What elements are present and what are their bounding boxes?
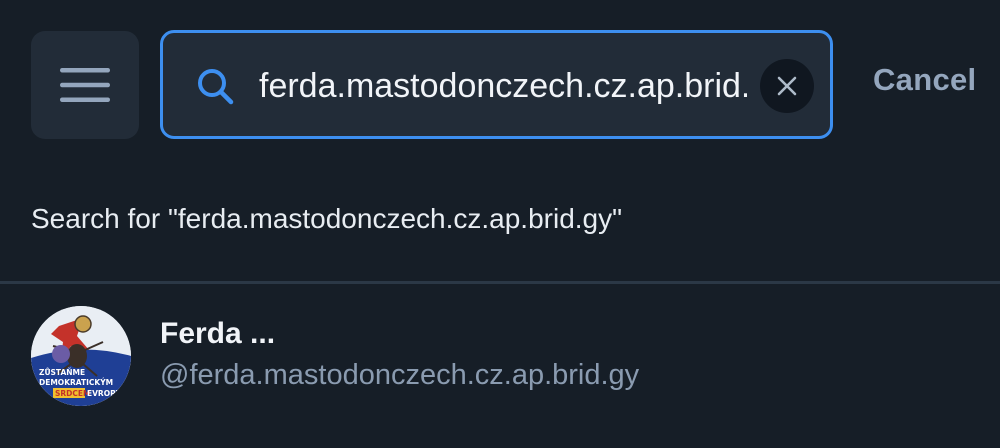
avatar-text-line-1: ZŮSTAŇME [39,368,85,377]
hamburger-menu-icon [60,68,110,102]
close-icon [777,76,797,96]
search-input[interactable] [259,57,747,115]
avatar: ZŮSTAŇME DEMOKRATICKÝM SRDCEM EVROPY [31,306,131,406]
cancel-button[interactable]: Cancel [873,62,976,98]
result-handle: @ferda.mastodonczech.cz.ap.brid.gy [160,359,640,391]
avatar-text-line-4: EVROPY [87,389,122,398]
avatar-text-line-3: SRDCEM [55,389,91,398]
search-icon [198,69,234,105]
result-display-name: Ferda ... [160,317,276,350]
search-result-account[interactable]: ZŮSTAŇME DEMOKRATICKÝM SRDCEM EVROPY Fer… [0,284,1000,448]
menu-button[interactable] [31,31,139,139]
avatar-text-line-2: DEMOKRATICKÝM [39,378,113,387]
search-box[interactable] [160,30,833,139]
search-screen: Cancel Search for "ferda.mastodonczech.c… [0,0,1000,448]
clear-search-button[interactable] [760,59,814,113]
search-for-suggestion[interactable]: Search for "ferda.mastodonczech.cz.ap.br… [31,203,622,235]
